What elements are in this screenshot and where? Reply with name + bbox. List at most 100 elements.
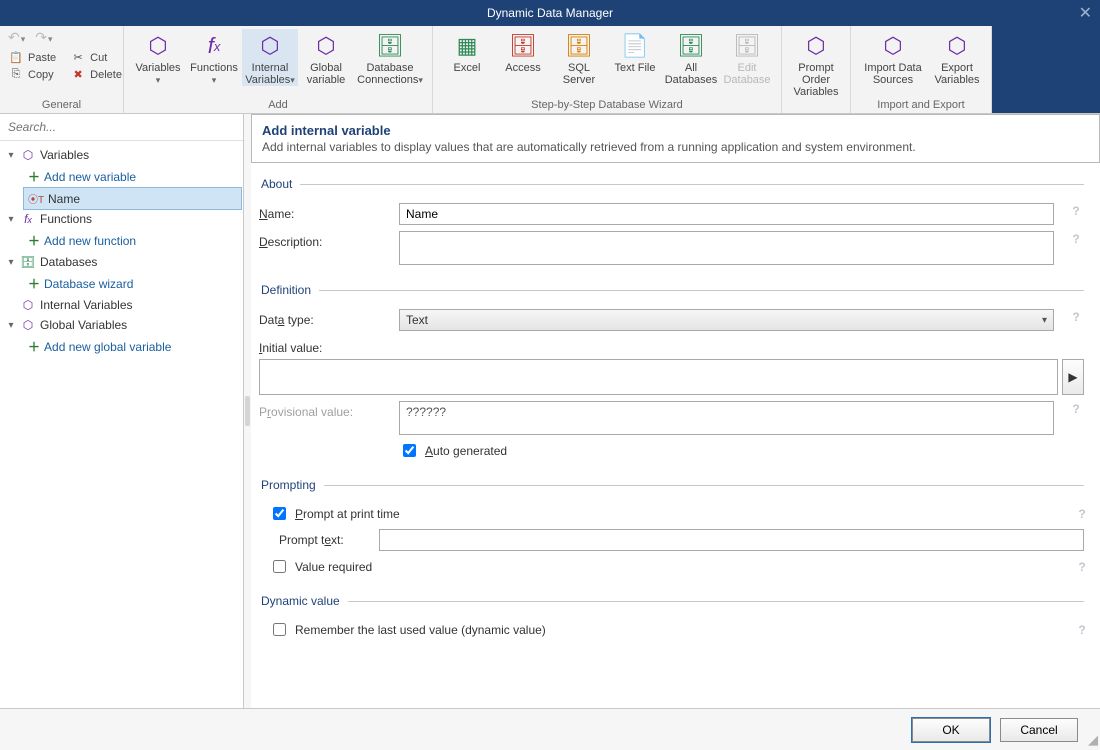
- prompt-text-field[interactable]: [379, 529, 1084, 551]
- export-variables-button[interactable]: ⬡ Export Variables: [929, 29, 985, 86]
- redo-button[interactable]: ↷▾: [35, 29, 52, 46]
- edit-database-button[interactable]: 🗄 Edit Database: [719, 29, 775, 86]
- plus-icon: ＋: [28, 168, 40, 185]
- ribbon-group-general: ↶▾ ↷▾ 📋Paste ⎘Copy ✂Cut ✖Delete General: [0, 26, 124, 113]
- expander-icon[interactable]: ▾: [6, 214, 16, 225]
- hint-icon[interactable]: ?: [1068, 231, 1084, 247]
- tree-label: Functions: [40, 212, 92, 226]
- prompt-order-button[interactable]: ⬡ Prompt Order Variables: [788, 29, 844, 98]
- excel-button[interactable]: ▦ Excel: [439, 29, 495, 86]
- sql-icon: 🗄: [564, 32, 594, 60]
- text-file-button[interactable]: 📄 Text File: [607, 29, 663, 86]
- tree-label: Name: [48, 192, 80, 206]
- ribbon: ↶▾ ↷▾ 📋Paste ⎘Copy ✂Cut ✖Delete General: [0, 26, 1100, 114]
- ribbon-group-add: ⬡ Variables▾ fx Functions▾ ⬡ Internal Va…: [124, 26, 433, 113]
- tree-add-global-variable[interactable]: ＋ Add new global variable: [24, 335, 241, 358]
- database-connections-button[interactable]: 🗄 Database Connections▾: [354, 29, 426, 86]
- fieldset-definition: Definition Data type: Text ▾ ? Initial v…: [259, 283, 1084, 470]
- expander-icon[interactable]: ▾: [6, 320, 16, 331]
- close-icon[interactable]: ✕: [1079, 3, 1092, 23]
- excel-icon: ▦: [452, 32, 482, 60]
- tree-add-function[interactable]: ＋ Add new function: [24, 229, 241, 252]
- hint-icon[interactable]: ?: [1074, 622, 1090, 638]
- prompt-at-print-checkbox[interactable]: [273, 507, 286, 520]
- prompt-at-print-row: Prompt at print time ?: [269, 504, 1084, 523]
- tree-node-functions[interactable]: ▾ fx Functions: [2, 209, 241, 229]
- ribbon-group-import-export: ⬡ Import Data Sources ⬡ Export Variables…: [851, 26, 992, 113]
- description-field[interactable]: [399, 231, 1054, 265]
- sql-server-button[interactable]: 🗄 SQL Server: [551, 29, 607, 86]
- value-required-checkbox[interactable]: [273, 560, 286, 573]
- value-required-label: Value required: [295, 560, 372, 574]
- tree-add-variable[interactable]: ＋ Add new variable: [24, 165, 241, 188]
- undo-button[interactable]: ↶▾: [8, 29, 25, 46]
- name-field[interactable]: [399, 203, 1054, 225]
- cube-icon: ⬡: [143, 32, 173, 60]
- edit-database-label: Edit Database: [723, 62, 771, 86]
- title-bar: Dynamic Data Manager ✕: [0, 0, 1100, 26]
- paste-button[interactable]: 📋Paste: [6, 49, 58, 66]
- cancel-button[interactable]: Cancel: [1000, 718, 1078, 742]
- functions-button[interactable]: fx Functions▾: [186, 29, 242, 86]
- resize-grip-icon[interactable]: ◢: [1088, 732, 1098, 748]
- legend-prompting: Prompting: [259, 478, 324, 492]
- copy-button[interactable]: ⎘Copy: [6, 66, 58, 83]
- variables-label: Variables: [135, 62, 180, 74]
- hint-icon[interactable]: ?: [1068, 203, 1084, 219]
- globe-cube-icon: ⬡: [311, 32, 341, 60]
- tree-database-wizard[interactable]: ＋ Database wizard: [24, 272, 241, 295]
- plus-icon: ＋: [28, 338, 40, 355]
- sidebar: ▾ ⬡ Variables ＋ Add new variable ⦿T Name…: [0, 114, 244, 708]
- export-icon: ⬡: [942, 32, 972, 60]
- globe-cube-icon: ⬡: [20, 318, 36, 332]
- tree-node-global[interactable]: ▾ ⬡ Global Variables: [2, 315, 241, 335]
- hint-icon[interactable]: ?: [1074, 559, 1090, 575]
- import-data-sources-button[interactable]: ⬡ Import Data Sources: [857, 29, 929, 86]
- import-icon: ⬡: [878, 32, 908, 60]
- auto-generated-checkbox[interactable]: [403, 444, 416, 457]
- ok-button[interactable]: OK: [912, 718, 990, 742]
- internal-variables-button[interactable]: ⬡ Internal Variables▾: [242, 29, 298, 86]
- tree-item-name[interactable]: ⦿T Name: [24, 188, 241, 209]
- splitter[interactable]: [244, 114, 251, 708]
- expander-icon[interactable]: ▾: [6, 150, 16, 161]
- excel-label: Excel: [454, 62, 481, 74]
- global-variable-label: Global variable: [302, 62, 350, 86]
- search-input[interactable]: [0, 114, 243, 140]
- ribbon-group-general-label: General: [6, 97, 117, 111]
- hint-icon[interactable]: ?: [1074, 506, 1090, 522]
- provisional-value-label: Provisional value:: [259, 401, 389, 419]
- initial-value-picker-button[interactable]: ▶: [1062, 359, 1084, 395]
- legend-definition: Definition: [259, 283, 319, 297]
- fx-icon: fx: [199, 32, 229, 60]
- initial-value-field[interactable]: [259, 359, 1058, 395]
- provisional-value-field[interactable]: ??????: [399, 401, 1054, 435]
- cut-button[interactable]: ✂Cut: [68, 49, 124, 66]
- expander-icon[interactable]: ▾: [6, 257, 16, 268]
- global-variable-button[interactable]: ⬡ Global variable: [298, 29, 354, 86]
- tree-label: Database wizard: [44, 277, 133, 291]
- delete-button[interactable]: ✖Delete: [68, 66, 124, 83]
- tree-node-variables[interactable]: ▾ ⬡ Variables: [2, 145, 241, 165]
- name-label: Name:: [259, 203, 389, 221]
- tree-label: Add new global variable: [44, 340, 171, 354]
- delete-label: Delete: [90, 69, 122, 81]
- tree: ▾ ⬡ Variables ＋ Add new variable ⦿T Name…: [0, 141, 243, 708]
- hint-icon[interactable]: ?: [1068, 401, 1084, 417]
- remember-last-checkbox[interactable]: [273, 623, 286, 636]
- datatype-select[interactable]: Text ▾: [399, 309, 1054, 331]
- prompt-text-label: Prompt text:: [259, 529, 369, 547]
- tree-node-databases[interactable]: ▾ 🗄 Databases: [2, 252, 241, 272]
- prompt-order-label: Prompt Order Variables: [792, 62, 840, 98]
- text-file-label: Text File: [615, 62, 656, 74]
- paste-label: Paste: [28, 52, 56, 64]
- window-title: Dynamic Data Manager: [487, 6, 613, 20]
- fieldset-dynamic: Dynamic value Remember the last used val…: [259, 594, 1084, 649]
- access-button[interactable]: 🗄 Access: [495, 29, 551, 86]
- tree-node-internal[interactable]: ⬡ Internal Variables: [2, 295, 241, 315]
- hint-icon[interactable]: ?: [1068, 309, 1084, 325]
- copy-label: Copy: [28, 69, 54, 81]
- all-databases-button[interactable]: 🗄 All Databases: [663, 29, 719, 86]
- variables-button[interactable]: ⬡ Variables▾: [130, 29, 186, 86]
- ribbon-group-prompt-label: [788, 98, 844, 112]
